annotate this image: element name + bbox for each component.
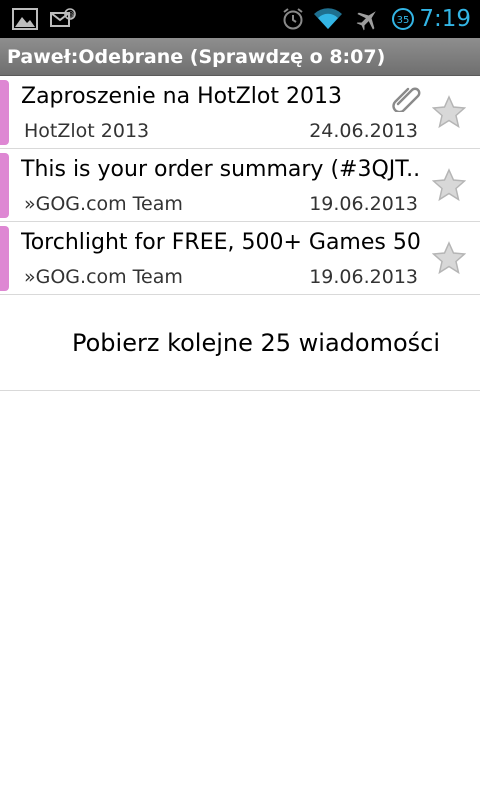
message-row[interactable]: Torchlight for FREE, 500+ Games 50.. »GO… — [0, 222, 480, 295]
star-icon[interactable] — [431, 241, 467, 275]
message-subject: This is your order summary (#3QJT.. — [21, 157, 421, 182]
message-sender: »GOG.com Team — [24, 266, 183, 288]
star-icon[interactable] — [431, 168, 467, 202]
status-bar: @ 35 7:19 — [0, 0, 480, 38]
account-color-chip — [0, 226, 9, 291]
message-list: Zaproszenie na HotZlot 2013 HotZlot 2013… — [0, 76, 480, 295]
message-row[interactable]: This is your order summary (#3QJT.. »GOG… — [0, 149, 480, 222]
battery-icon: 35 — [390, 0, 416, 38]
message-sender: HotZlot 2013 — [24, 120, 150, 142]
message-subject: Zaproszenie na HotZlot 2013 — [21, 84, 342, 109]
message-date: 24.06.2013 — [309, 120, 418, 142]
picture-icon — [10, 0, 40, 38]
mail-sync-icon: @ — [48, 0, 78, 38]
airplane-icon — [354, 0, 382, 38]
message-date: 19.06.2013 — [309, 266, 418, 288]
folder-title: Paweł:Odebrane (Sprawdzę o 8:07) — [7, 46, 386, 68]
wifi-icon — [312, 0, 344, 38]
status-time: 7:19 — [419, 6, 471, 32]
battery-level-label: 35 — [397, 15, 410, 26]
svg-text:@: @ — [68, 11, 75, 19]
account-color-chip — [0, 153, 9, 218]
message-date: 19.06.2013 — [309, 193, 418, 215]
message-row[interactable]: Zaproszenie na HotZlot 2013 HotZlot 2013… — [0, 76, 480, 149]
alarm-icon — [280, 0, 306, 38]
star-icon[interactable] — [431, 95, 467, 129]
message-sender: »GOG.com Team — [24, 193, 183, 215]
folder-title-bar: Paweł:Odebrane (Sprawdzę o 8:07) — [0, 38, 480, 76]
load-more-button[interactable]: Pobierz kolejne 25 wiadomości — [0, 295, 480, 391]
paperclip-icon — [392, 84, 424, 114]
load-more-label: Pobierz kolejne 25 wiadomości — [72, 329, 441, 357]
account-color-chip — [0, 80, 9, 145]
message-subject: Torchlight for FREE, 500+ Games 50.. — [21, 230, 421, 255]
